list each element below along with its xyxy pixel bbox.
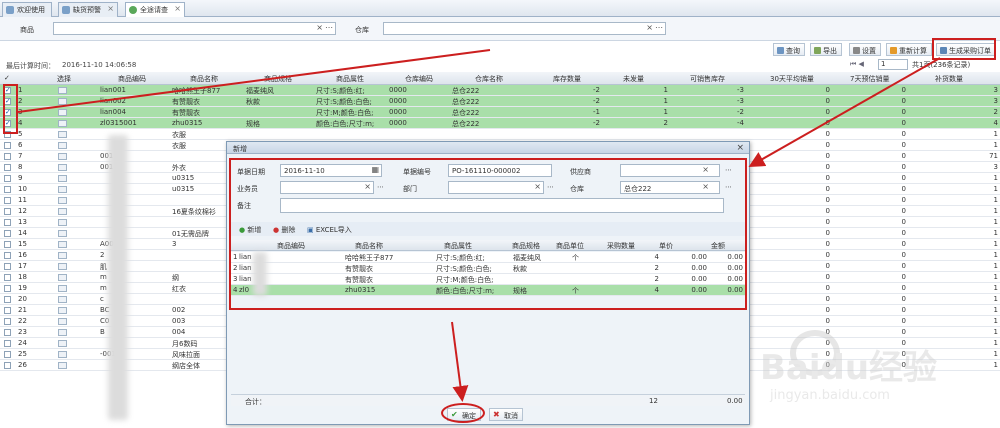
arrow-to-confirm [451, 321, 469, 402]
watermark-brand: Baidu经验 [760, 348, 938, 388]
arrow-to-dialog [748, 57, 941, 167]
arrow-to-generate [17, 49, 491, 113]
watermark: Baidu经验 jingyan.baidu.com [760, 330, 980, 410]
watermark-url: jingyan.baidu.com [770, 388, 890, 403]
